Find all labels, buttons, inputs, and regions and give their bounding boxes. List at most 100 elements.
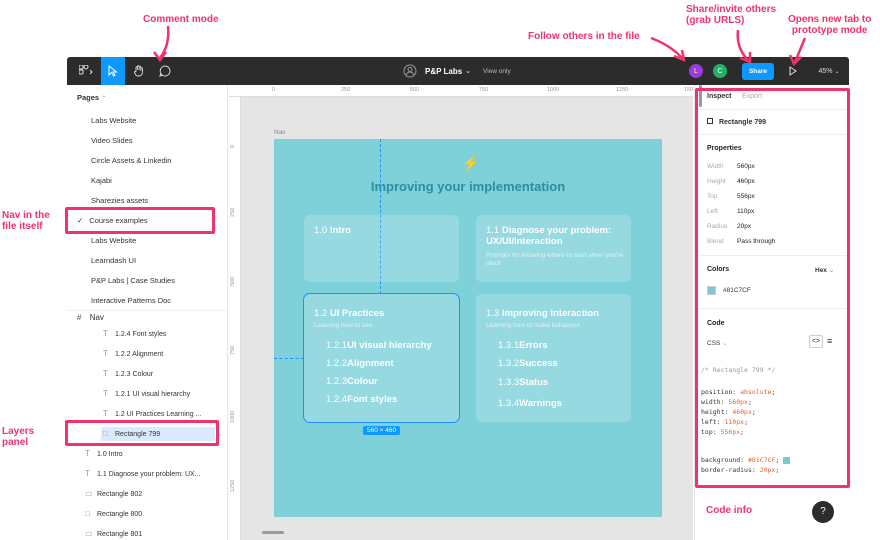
layer-item[interactable]: T 1.2.3 Colour	[103, 367, 153, 381]
card-num: 1.0	[314, 225, 328, 236]
ruler-tick: 1500	[684, 87, 693, 93]
card-diagnose-title: 1.1 Diagnose your problem: UX/UI/Interac…	[486, 225, 626, 247]
page-item[interactable]: Labs Website	[91, 114, 136, 128]
text-layer-icon: T	[103, 369, 108, 378]
ruler-tick: 1250	[616, 87, 629, 93]
page-item[interactable]: P&P Labs | Case Studies	[91, 274, 175, 288]
card-item-num: 1.2.2	[326, 358, 348, 369]
layer-item[interactable]: T 1.2.1 UI visual hierarchy	[103, 387, 190, 401]
layer-item[interactable]: T 1.2.4 Font styles	[103, 327, 166, 341]
canvas[interactable]: 0 250 500 750 1000 1250 1500 0 250 500 750 1000 125…	[229, 85, 693, 540]
page-item-label: Learndash UI	[91, 256, 137, 265]
page-item-label: Labs Website	[91, 116, 137, 125]
page-item[interactable]: Sharezies assets	[91, 194, 148, 208]
help-button[interactable]: ?	[812, 501, 834, 523]
page-item[interactable]: Labs Website	[91, 234, 136, 248]
card-item-label: Font styles	[347, 394, 398, 405]
zoom-dropdown[interactable]: 45% ⌄	[813, 57, 845, 85]
frame-label[interactable]: Nav	[274, 129, 286, 136]
page-item[interactable]: Interactive Patterns Doc	[91, 294, 171, 308]
file-title-text: P&P Labs	[425, 66, 463, 76]
annotation-line: Layers	[2, 426, 35, 437]
annotation-line: Opens new tab to	[788, 14, 872, 25]
page-item[interactable]: Learndash UI	[91, 254, 136, 268]
annotation-line: Share/invite others	[686, 4, 777, 15]
card-list-item[interactable]: 1.2.2Alignment	[326, 358, 394, 369]
layer-item[interactable]: T 1.1 Diagnose your problem: UX...	[85, 467, 201, 481]
card-interaction[interactable]: 1.3 Improving interaction Learning how t…	[476, 294, 631, 422]
page-item-label: Circle Assets & Linkedin	[91, 156, 172, 165]
arrow-share	[736, 29, 749, 61]
card-list-item[interactable]: 1.3.3Status	[498, 377, 548, 388]
annotation-prototype: Opens new tab to prototype mode	[788, 14, 871, 36]
card-ui-practices[interactable]: 1.2 UI Practices Learning how to see 1.2…	[303, 293, 460, 423]
card-intro[interactable]: 1.0 Intro	[304, 215, 459, 282]
arrow-follow	[650, 36, 683, 59]
layer-item[interactable]: □ Rectangle 800	[85, 507, 142, 521]
annotation-follow: Follow others in the file	[528, 31, 640, 42]
layer-item[interactable]: T 1.0 Intro	[85, 447, 123, 461]
layer-item-label: 1.1 Diagnose your problem: UX...	[97, 471, 201, 478]
play-icon[interactable]	[785, 57, 801, 85]
card-item-num: 1.3.1	[498, 340, 520, 351]
page-item-label: Interactive Patterns Doc	[91, 296, 172, 305]
ruler-tick: 1000	[547, 87, 560, 93]
highlight-course-examples	[65, 207, 215, 234]
card-list-item[interactable]: 1.2.3Colour	[326, 376, 378, 387]
top-toolbar: P&P Labs ⌄ View only L C Share 45% ⌄	[67, 57, 849, 85]
team-avatar-icon	[401, 57, 419, 85]
layer-item-label: 1.2.1 UI visual hierarchy	[115, 391, 191, 398]
ruler-tick: 250	[341, 87, 351, 93]
card-list-item[interactable]: 1.3.4Warnings	[498, 398, 562, 409]
card-title-text: Intro	[329, 225, 351, 236]
page-item[interactable]: Video Slides	[91, 134, 133, 148]
page-item-label: Video Slides	[91, 136, 133, 145]
avatar-c[interactable]: C	[712, 57, 728, 85]
layer-item[interactable]: T 1.2 UI Practices Learning ...	[103, 407, 201, 421]
card-list-item[interactable]: 1.3.1Errors	[498, 340, 548, 351]
ruler-tick: 500	[230, 276, 236, 286]
pointer-icon[interactable]	[101, 57, 125, 85]
chevron-up-icon: ⌃	[101, 96, 107, 102]
view-mode-label: View only	[483, 67, 511, 75]
avatar-l[interactable]: L	[688, 57, 704, 85]
horizontal-scrollbar[interactable]	[262, 531, 284, 534]
pages-header[interactable]: Pages ⌃	[77, 93, 106, 102]
card-list-item[interactable]: 1.2.4Font styles	[326, 394, 397, 405]
page-item[interactable]: Kajabi	[91, 174, 112, 188]
layer-item-label: 1.2 UI Practices Learning ...	[115, 411, 202, 418]
card-title-text: Diagnose your problem: UX/UI/Interaction	[486, 225, 612, 247]
nav-frame[interactable]: ⚡ Improving your implementation 1.0 Intr…	[274, 139, 662, 517]
comment-icon[interactable]	[153, 57, 177, 85]
annotation-layers: Layers panel	[2, 426, 34, 448]
page-item[interactable]: Circle Assets & Linkedin	[91, 154, 171, 168]
card-item-num: 1.3.3	[498, 377, 520, 388]
layer-item[interactable]: ▭ Rectangle 801	[85, 527, 142, 540]
card-diagnose-sub: Prompts for knowing where to start when …	[486, 252, 624, 267]
ruler-tick: 750	[230, 345, 236, 355]
hand-icon[interactable]	[127, 57, 151, 85]
frame-hash-icon: #	[77, 313, 82, 322]
text-layer-icon: T	[103, 409, 108, 418]
file-title[interactable]: P&P Labs ⌄	[425, 57, 485, 85]
layer-item-label: 1.2.2 Alignment	[115, 351, 164, 358]
card-diagnose[interactable]: 1.1 Diagnose your problem: UX/UI/Interac…	[476, 215, 631, 282]
left-panel: Pages ⌃ Labs Website Video Slides Circle A…	[67, 85, 228, 540]
arrow-comment	[158, 25, 170, 59]
page-item-label: Kajabi	[91, 176, 112, 185]
card-item-label: UI visual hierarchy	[347, 340, 432, 351]
pages-header-text: Pages	[77, 93, 100, 102]
layer-root[interactable]: # Nav	[77, 313, 104, 322]
text-layer-icon: T	[103, 329, 108, 338]
figma-menu-icon[interactable]	[75, 57, 97, 85]
layer-item[interactable]: T 1.2.2 Alignment	[103, 347, 163, 361]
card-list-item[interactable]: 1.3.2Success	[498, 358, 558, 369]
avatar: L	[689, 64, 703, 78]
ruler-tick: 500	[410, 87, 420, 93]
card-list-item[interactable]: 1.2.1UI visual hierarchy	[326, 340, 432, 351]
card-item-label: Colour	[347, 376, 378, 387]
chevron-down-icon: ⌄	[465, 68, 472, 75]
layer-item[interactable]: ▭ Rectangle 802	[85, 487, 142, 501]
page-item-label: P&P Labs | Case Studies	[91, 276, 175, 285]
share-button[interactable]: Share	[741, 57, 775, 85]
